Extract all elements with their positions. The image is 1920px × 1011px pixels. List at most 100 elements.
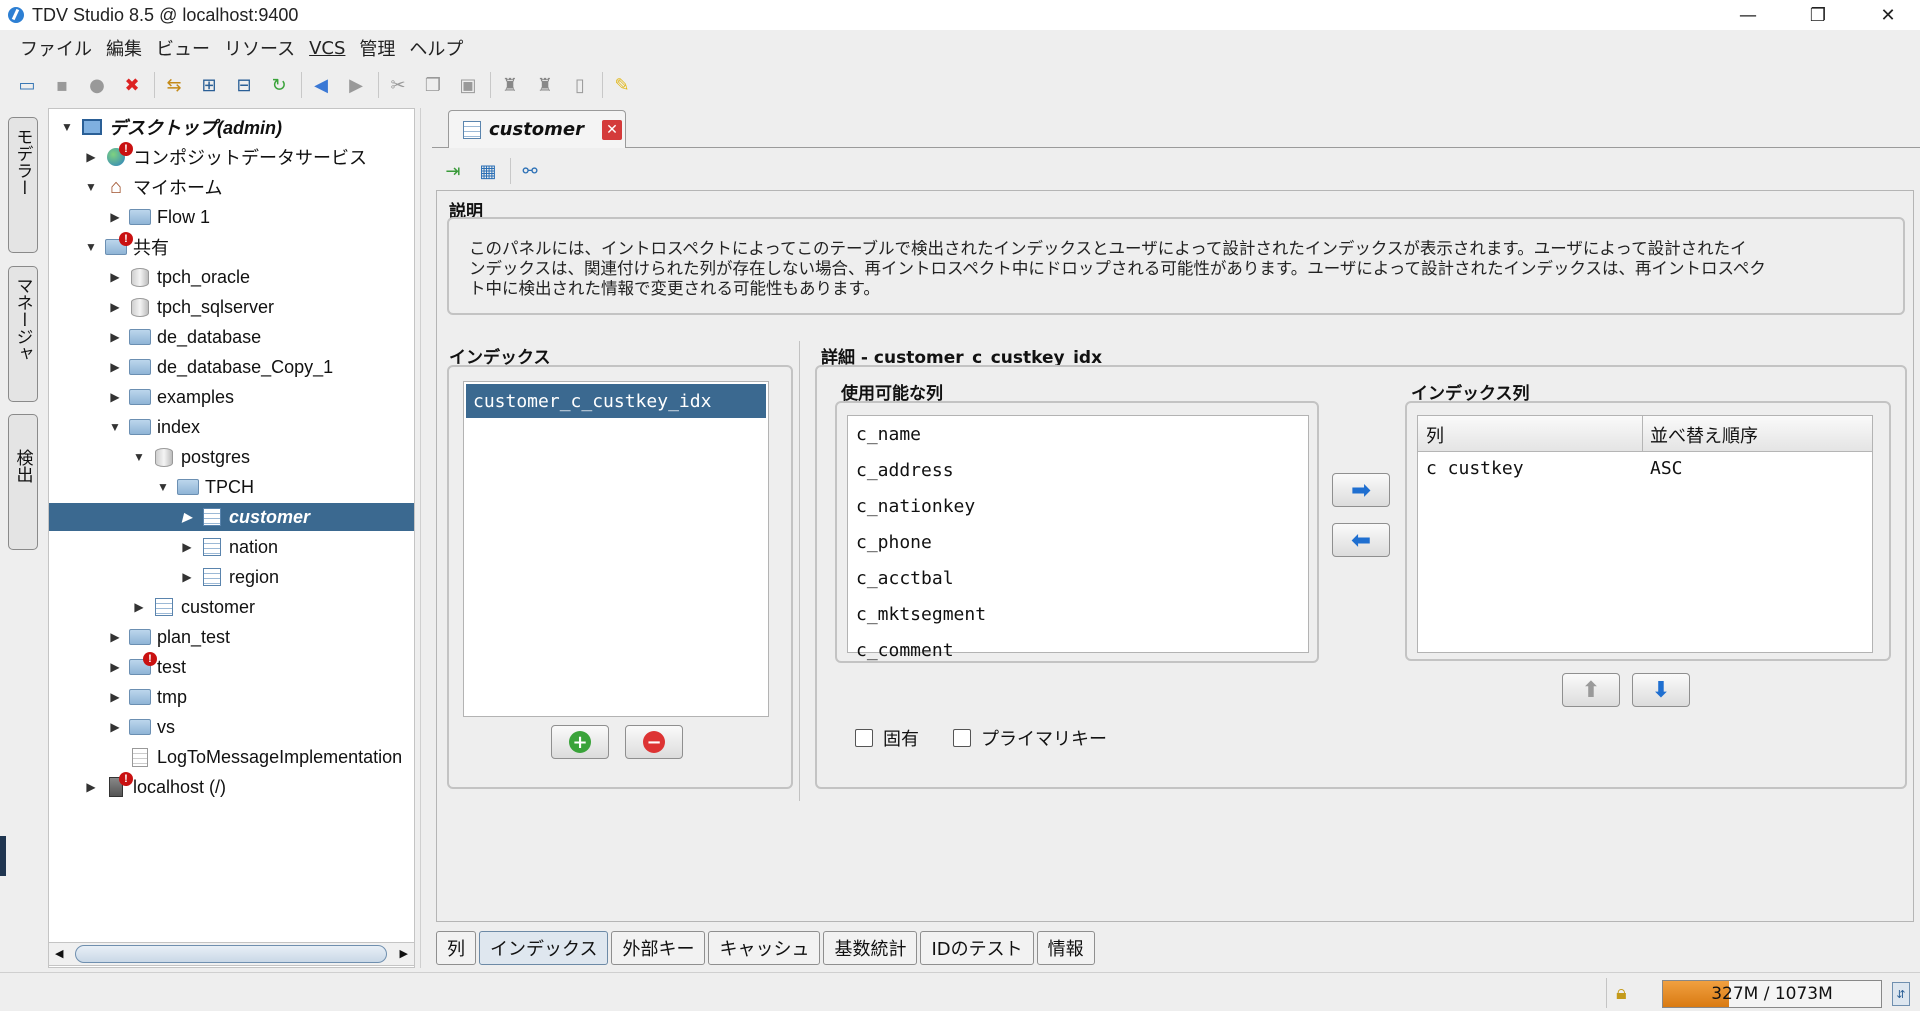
menu-admin[interactable]: 管理 [359,35,395,61]
tab-info[interactable]: 情報 [1036,931,1095,965]
tree-node[interactable]: ▶ plan_test [107,623,230,651]
move-up-button[interactable]: ⬆ [1562,673,1620,707]
available-column-item[interactable]: c_acctbal [856,568,954,589]
find-next-icon[interactable]: ♜ [532,72,558,98]
tree-node[interactable]: ▼ TPCH [155,473,254,501]
tree-node[interactable]: LogToMessageImplementation [107,743,402,771]
available-column-item[interactable]: c_nationkey [856,496,975,517]
close-tab-icon[interactable]: ✕ [602,119,623,140]
cut-icon[interactable]: ✂ [385,72,411,98]
scroll-right-icon[interactable]: ▶ [400,947,408,960]
index-columns-table[interactable]: 列 並べ替え順序 c custkey ASC [1417,415,1873,653]
scroll-left-icon[interactable]: ◀ [55,947,63,960]
refresh-icon[interactable]: ↻ [266,72,292,98]
collapsed-icon[interactable]: ▶ [107,300,123,314]
collapsed-icon[interactable]: ▶ [107,390,123,404]
side-tab-manager[interactable]: マネージャ [8,266,38,402]
collapse-icon[interactable]: ⊟ [231,72,257,98]
page-icon[interactable]: ▯ [567,72,593,98]
refresh-tree-icon[interactable]: ⇆ [161,72,187,98]
export-icon[interactable]: ⇥ [440,158,466,184]
tab-columns[interactable]: 列 [436,931,476,965]
forward-icon[interactable]: ▶ [343,72,369,98]
tree-node[interactable]: ▶ tmp [107,683,187,711]
collapsed-icon[interactable]: ▶ [107,270,123,284]
minimize-button[interactable]: — [1716,0,1780,30]
tree-node[interactable]: ▶! localhost (/) [83,772,226,801]
table-row[interactable]: c custkey ASC [1418,454,1872,484]
tree-node[interactable]: ▶! コンポジットデータサービス [83,142,367,171]
move-left-button[interactable]: ⬅ [1332,523,1390,557]
move-down-button[interactable]: ⬇ [1632,673,1690,707]
splitter[interactable] [420,108,432,968]
collapsed-icon[interactable]: ▶ [107,330,123,344]
collapsed-icon[interactable]: ▶ [107,210,123,224]
paste-icon[interactable]: ▣ [455,72,481,98]
expanded-icon[interactable]: ▼ [155,480,171,494]
restore-button[interactable]: ❐ [1786,0,1850,30]
tab-indexes[interactable]: インデックス [479,931,609,965]
tab-cardinality-stats[interactable]: 基数統計 [823,931,918,965]
unique-checkbox[interactable]: 固有 [855,725,919,751]
collapsed-icon[interactable]: ▶ [179,570,195,584]
side-tab-modeler[interactable]: モデラー [8,117,38,253]
collapsed-icon[interactable]: ▶ [107,690,123,704]
collapsed-icon[interactable]: ▶ [107,660,123,674]
collapsed-icon[interactable]: ▶ [179,510,195,524]
expanded-icon[interactable]: ▼ [107,420,123,434]
editor-tab-customer[interactable]: customer ✕ [448,110,626,148]
tab-cache[interactable]: キャッシュ [708,931,821,965]
available-columns-list[interactable]: c_name c_address c_nationkey c_phone c_a… [847,415,1309,661]
move-right-button[interactable]: ➡ [1332,473,1390,507]
tree-node[interactable]: ▼ postgres [131,443,250,471]
unique-checkbox-box[interactable] [855,729,873,747]
tree-node[interactable]: ▶ vs [107,713,175,741]
collapsed-icon[interactable]: ▶ [107,720,123,734]
scroll-thumb[interactable] [75,945,387,963]
delete-icon[interactable]: ✖ [119,72,145,98]
open-folder-icon[interactable]: ▭ [14,72,40,98]
tree-node[interactable]: ▶ tpch_sqlserver [107,293,274,321]
menu-view[interactable]: ビュー [156,35,210,61]
collapsed-icon[interactable]: ▶ [131,600,147,614]
menu-help[interactable]: ヘルプ [409,35,463,61]
resource-tree[interactable]: ▼ デスクトップ(admin) ▶! コンポジットデータサービス ▼ ⌂ マイホーム ▶ Flo… [48,108,415,968]
index-list-item-selected[interactable]: customer_c_custkey_idx [466,384,766,418]
tree-node[interactable]: ▶ region [179,563,279,591]
header-column[interactable]: 列 [1426,422,1444,448]
expand-icon[interactable]: ⊞ [196,72,222,98]
available-column-item[interactable]: c_mktsegment [856,604,986,625]
side-tab-discovery[interactable]: 検出 [8,414,38,550]
tab-foreign-keys[interactable]: 外部キー [611,931,706,965]
tree-node[interactable]: ▶ customer [131,593,255,621]
find-icon[interactable]: ♜ [497,72,523,98]
expanded-icon[interactable]: ▼ [83,240,99,254]
relations-icon[interactable]: ⚯ [517,158,543,184]
index-list[interactable]: customer_c_custkey_idx [463,381,769,717]
tree-node[interactable]: ▶! test [107,652,186,681]
menu-file[interactable]: ファイル [20,35,92,61]
collapsed-icon[interactable]: ▶ [107,360,123,374]
add-index-button[interactable]: + [551,725,609,759]
tree-node[interactable]: ▼ index [107,413,200,441]
tree-node[interactable]: ▶ tpch_oracle [107,263,250,291]
available-column-item[interactable]: c_comment [856,640,954,661]
primary-key-checkbox[interactable]: プライマリキー [953,725,1107,751]
tree-node[interactable]: ▶ de_database [107,323,261,351]
close-window-button[interactable]: ✕ [1856,0,1920,30]
tree-node[interactable]: ▶ de_database_Copy_1 [107,353,333,381]
available-column-item[interactable]: c_address [856,460,954,481]
tree-node[interactable]: ▼! 共有 [83,232,169,261]
collapsed-icon[interactable]: ▶ [83,150,99,164]
edit-note-icon[interactable]: ✎ [609,72,635,98]
tree-node[interactable]: ▶ examples [107,383,234,411]
expanded-icon[interactable]: ▼ [59,120,75,134]
tree-node[interactable]: ▼ デスクトップ(admin) [59,113,282,141]
table-view-icon[interactable]: ▦ [475,158,501,184]
tree-node[interactable]: ▼ ⌂ マイホーム [83,173,222,201]
menu-vcs[interactable]: VCS [309,38,345,59]
save-all-icon[interactable]: ● [84,72,110,98]
primary-key-checkbox-box[interactable] [953,729,971,747]
back-icon[interactable]: ◀ [308,72,334,98]
tree-node[interactable]: ▶ Flow 1 [107,203,210,231]
